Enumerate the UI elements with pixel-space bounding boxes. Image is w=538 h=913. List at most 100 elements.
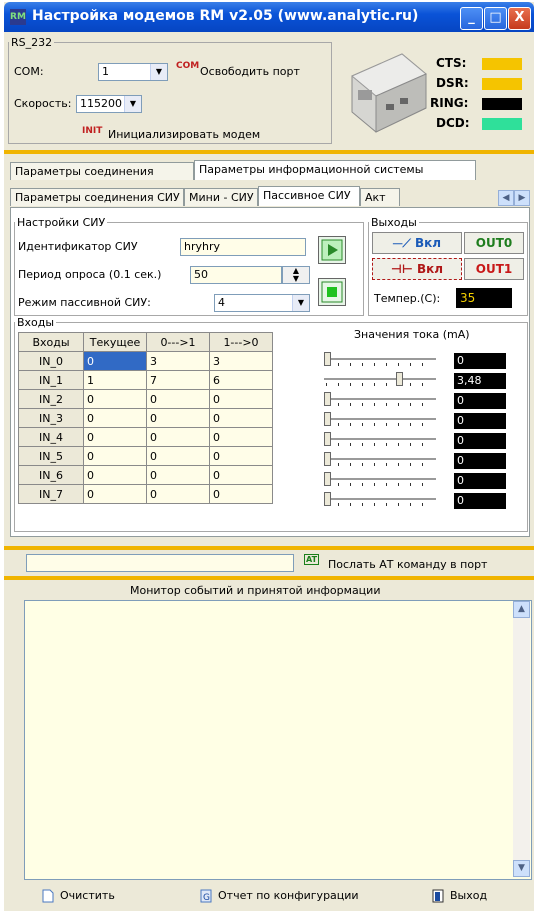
tab-siu-connection[interactable]: Параметры соединения СИУ <box>10 188 184 206</box>
table-cell[interactable]: 0 <box>83 408 147 428</box>
table-cell[interactable]: 0 <box>209 465 273 485</box>
com-port-select[interactable]: 1 ▼ <box>98 63 168 81</box>
chevron-down-icon[interactable]: ▼ <box>292 295 309 311</box>
table-cell[interactable]: 0 <box>209 408 273 428</box>
out1-toggle-button[interactable]: ⊣⊢ Вкл <box>372 258 462 280</box>
at-command-input[interactable] <box>26 554 294 572</box>
window-title: Настройка модемов RM v2.05 (www.analytic… <box>32 8 419 24</box>
current-slider[interactable] <box>324 352 436 370</box>
table-cell[interactable]: 0 <box>209 446 273 466</box>
table-cell[interactable]: 3 <box>146 351 210 371</box>
maximize-button[interactable]: □ <box>484 7 507 30</box>
poll-period-input[interactable]: 50 <box>190 266 282 284</box>
tab-passive-siu[interactable]: Пассивное СИУ <box>258 186 360 206</box>
stop-icon <box>321 281 343 303</box>
com-port-icon: COM <box>176 61 200 71</box>
dcd-label: DCD: <box>436 116 470 130</box>
config-report-button[interactable]: G Отчет по конфигурации <box>200 889 359 903</box>
current-value: 0 <box>454 453 506 469</box>
table-cell[interactable]: 0 <box>146 389 210 409</box>
current-slider[interactable] <box>324 432 436 450</box>
table-cell[interactable]: 0 <box>83 465 147 485</box>
slider-thumb[interactable] <box>324 392 331 406</box>
siu-id-input[interactable]: hryhry <box>180 238 306 256</box>
table-cell[interactable]: 7 <box>146 370 210 390</box>
tab-info-system-params[interactable]: Параметры информационной системы <box>194 160 476 180</box>
table-cell[interactable]: 0 <box>209 389 273 409</box>
slider-thumb[interactable] <box>324 452 331 466</box>
slider-thumb[interactable] <box>324 412 331 426</box>
table-cell[interactable]: 0 <box>83 351 147 371</box>
tab-scroll-right-icon[interactable]: ▶ <box>514 190 530 206</box>
minimize-button[interactable]: _ <box>460 7 483 30</box>
table-row: IN_5 0 0 0 <box>18 446 273 466</box>
table-cell[interactable]: 0 <box>146 446 210 466</box>
current-slider[interactable] <box>324 472 436 490</box>
table-cell[interactable]: 3 <box>209 351 273 371</box>
current-slider[interactable] <box>324 392 436 410</box>
slider-thumb[interactable] <box>324 432 331 446</box>
current-slider[interactable] <box>324 412 436 430</box>
scroll-up-icon[interactable]: ▲ <box>513 601 530 618</box>
scroll-down-icon[interactable]: ▼ <box>513 860 530 877</box>
table-cell[interactable]: 0 <box>209 484 273 504</box>
table-row: IN_4 0 0 0 <box>18 427 273 447</box>
table-cell[interactable]: 0 <box>146 484 210 504</box>
play-icon <box>321 239 343 261</box>
monitor-scrollbar[interactable]: ▲ ▼ <box>513 601 530 877</box>
table-cell[interactable]: 6 <box>209 370 273 390</box>
com-port-value: 1 <box>102 65 109 78</box>
current-values-label: Значения тока (mA) <box>354 328 470 341</box>
poll-period-label: Период опроса (0.1 сек.) <box>18 268 162 281</box>
chevron-down-icon[interactable]: ▼ <box>150 64 167 80</box>
switch-closed-icon: ⊣⊢ <box>390 262 418 276</box>
stop-button[interactable] <box>318 278 346 306</box>
table-cell[interactable]: 1 <box>83 370 147 390</box>
temperature-label: Темпер.(C): <box>374 292 441 305</box>
row-header: IN_7 <box>18 484 84 504</box>
tab-active-siu[interactable]: Акт <box>360 188 400 206</box>
tab-connection-params[interactable]: Параметры соединения <box>10 162 194 180</box>
poll-period-stepper[interactable]: ▲ ▼ <box>282 266 310 284</box>
send-at-button[interactable]: Послать АТ команду в порт <box>328 558 487 571</box>
tab-scroll-left-icon[interactable]: ◀ <box>498 190 514 206</box>
speed-select[interactable]: 115200 ▼ <box>76 95 142 113</box>
slider-thumb[interactable] <box>324 352 331 366</box>
exit-button[interactable]: Выход <box>432 889 487 903</box>
out0-state: Вкл <box>414 236 442 250</box>
init-modem-button[interactable]: Инициализировать модем <box>108 128 260 141</box>
table-cell[interactable]: 0 <box>209 427 273 447</box>
table-cell[interactable]: 0 <box>83 446 147 466</box>
close-button[interactable]: X <box>508 7 531 30</box>
clear-button[interactable]: Очистить <box>42 889 115 903</box>
current-slider[interactable] <box>324 452 436 470</box>
out1-label: OUT1 <box>464 258 524 280</box>
release-port-button[interactable]: Освободить порт <box>200 65 300 78</box>
slider-thumb[interactable] <box>324 492 331 506</box>
main-window: RM Настройка модемов RM v2.05 (www.analy… <box>4 2 534 911</box>
table-cell[interactable]: 0 <box>146 427 210 447</box>
passive-mode-select[interactable]: 4 ▼ <box>214 294 310 312</box>
row-header: IN_5 <box>18 446 84 466</box>
table-row: IN_1 1 7 6 <box>18 370 273 390</box>
out1-state: Вкл <box>417 262 444 276</box>
current-slider[interactable] <box>324 492 436 510</box>
svg-text:G: G <box>203 893 210 903</box>
table-cell[interactable]: 0 <box>83 484 147 504</box>
start-button[interactable] <box>318 236 346 264</box>
inputs-legend: Входы <box>17 316 55 329</box>
slider-thumb[interactable] <box>324 472 331 486</box>
table-cell[interactable]: 0 <box>83 427 147 447</box>
chevron-down-icon[interactable]: ▼ <box>124 96 141 112</box>
table-cell[interactable]: 0 <box>146 465 210 485</box>
table-cell[interactable]: 0 <box>83 389 147 409</box>
current-slider[interactable] <box>324 372 436 390</box>
table-cell[interactable]: 0 <box>146 408 210 428</box>
event-monitor-textarea[interactable] <box>24 600 532 880</box>
slider-thumb[interactable] <box>396 372 403 386</box>
out0-toggle-button[interactable]: ⏤⟋ Вкл <box>372 232 462 254</box>
siu-settings-legend: Настройки СИУ <box>17 216 106 229</box>
title-bar[interactable]: RM Настройка модемов RM v2.05 (www.analy… <box>4 2 534 32</box>
tab-mini-siu[interactable]: Мини - СИУ <box>184 188 258 206</box>
dcd-indicator <box>482 118 522 130</box>
